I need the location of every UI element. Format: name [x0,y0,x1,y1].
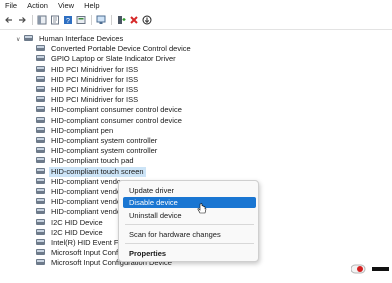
tree-device-row[interactable]: HID-compliant vendor [36,197,126,207]
device-icon [36,106,45,113]
device-icon [36,137,45,144]
menu-item-scan-hardware[interactable]: Scan for hardware changes [123,229,256,240]
tree-device-label: HID-compliant touch screen [49,166,146,177]
menu-file[interactable]: File [0,0,22,12]
device-icon [36,239,45,246]
menu-action[interactable]: Action [22,0,53,12]
tree-device-label: HID-compliant vendor [51,176,124,186]
tree-device-row[interactable]: HID-compliant system controller [36,136,159,146]
toolbar-separator [111,15,112,25]
menu-item-disable-device[interactable]: Disable device [123,197,256,208]
tree-device-row[interactable]: HID-compliant pen [36,126,115,136]
device-icon [36,96,45,103]
toolbar-separator [91,15,92,25]
tree-device-row[interactable]: HID-compliant touch pad [36,156,136,166]
back-icon[interactable] [3,15,14,26]
tree-device-row[interactable]: HID-compliant vendor [36,207,126,217]
tree-device-row[interactable]: I2C HID Device [36,218,105,228]
tree-device-label: HID-compliant vendor [51,207,124,217]
tree-category-label: Human Interface Devices [39,34,124,43]
tree-device-label: HID-compliant consumer control device [51,105,182,115]
tree-device-label: HID-compliant system controller [51,146,158,156]
device-icon [36,45,45,52]
device-icon [36,167,45,175]
tree-device-label: I2C HID Device [51,227,103,237]
system-tray-icon [351,264,389,274]
tree-device-label: GPIO Laptop or Slate Indicator Driver [51,54,176,64]
category-device-icon [24,35,33,42]
show-hide-tree-icon[interactable] [36,15,47,26]
view-icon[interactable] [75,15,86,26]
tree-device-row[interactable]: HID PCI Minidriver for ISS [36,85,140,95]
tree-device-row[interactable]: HID-compliant vendor [36,187,126,197]
disable-icon[interactable] [141,15,152,26]
tree-device-label: HID PCI Minidriver for ISS [51,74,139,84]
update-driver-icon[interactable] [115,15,126,26]
device-icon [36,86,45,93]
menu-item-properties[interactable]: Properties [123,248,256,259]
menu-separator [125,243,254,244]
tree-device-row[interactable]: Converted Portable Device Control device [36,44,193,54]
device-icon [36,177,45,185]
menu-view[interactable]: View [53,0,79,12]
chevron-down-icon[interactable]: ∨ [16,35,24,45]
menu-item-uninstall-device[interactable]: Uninstall device [123,210,256,221]
device-icon [36,228,45,236]
device-icon [36,198,45,205]
scan-icon[interactable] [95,15,106,26]
menu-bar: File Action View Help [0,0,392,12]
tree-category-human-interface-devices[interactable]: ∨ Human Interface Devices [16,34,125,44]
context-menu: Update driver Disable device Uninstall d… [118,180,259,262]
tree-device-label: HID-compliant system controller [51,136,158,145]
tree-device-label: HID PCI Minidriver for ISS [51,95,139,105]
menu-help[interactable]: Help [79,0,104,12]
tree-device-row[interactable]: HID PCI Minidriver for ISS [36,75,140,85]
svg-text:?: ? [66,18,70,25]
device-icon [36,208,45,215]
device-icon [36,126,45,134]
device-icon [36,147,45,154]
device-icon [36,55,45,62]
menu-item-update-driver[interactable]: Update driver [123,185,256,196]
device-icon [36,75,45,83]
device-icon [36,218,45,226]
tree-device-row[interactable]: HID-compliant system controller [36,146,159,156]
tree-device-row[interactable]: GPIO Laptop or Slate Indicator Driver [36,54,178,64]
toolbar: ? [0,12,392,28]
tree-device-label: HID-compliant vendor [51,187,124,196]
device-icon [36,116,45,124]
properties-icon[interactable] [49,15,60,26]
tree-device-row[interactable]: HID-compliant consumer control device [36,116,184,126]
device-icon [36,249,45,256]
device-icon [36,157,45,164]
tree-device-label: HID PCI Minidriver for ISS [51,64,139,74]
tree-device-label: Converted Portable Device Control device [51,44,191,54]
help-icon[interactable]: ? [62,15,73,26]
tree-device-row[interactable]: I2C HID Device [36,228,105,238]
uninstall-icon[interactable] [128,15,139,26]
tree-device-label: HID-compliant pen [51,125,114,135]
device-icon [36,259,45,266]
tree-device-label: HID-compliant touch pad [51,156,134,166]
tree-device-label: I2C HID Device [51,217,103,227]
mouse-cursor-icon [197,203,207,214]
menu-separator [125,224,254,225]
tree-device-row[interactable]: HID-compliant touch screen [36,166,146,177]
tree-device-row[interactable]: HID-compliant consumer control device [36,105,184,115]
tree-device-row[interactable]: HID-compliant vendor [36,177,126,187]
forward-icon[interactable] [16,15,27,26]
tree-device-label: HID PCI Minidriver for ISS [51,85,139,94]
toolbar-separator [32,15,33,25]
tree-device-label: HID-compliant vendor [51,197,124,207]
tree-device-label: HID-compliant consumer control device [51,115,182,125]
device-icon [36,188,45,195]
tree-device-row[interactable]: HID PCI Minidriver for ISS [36,65,140,75]
device-icon [36,65,45,73]
tree-device-row[interactable]: HID PCI Minidriver for ISS [36,95,140,105]
